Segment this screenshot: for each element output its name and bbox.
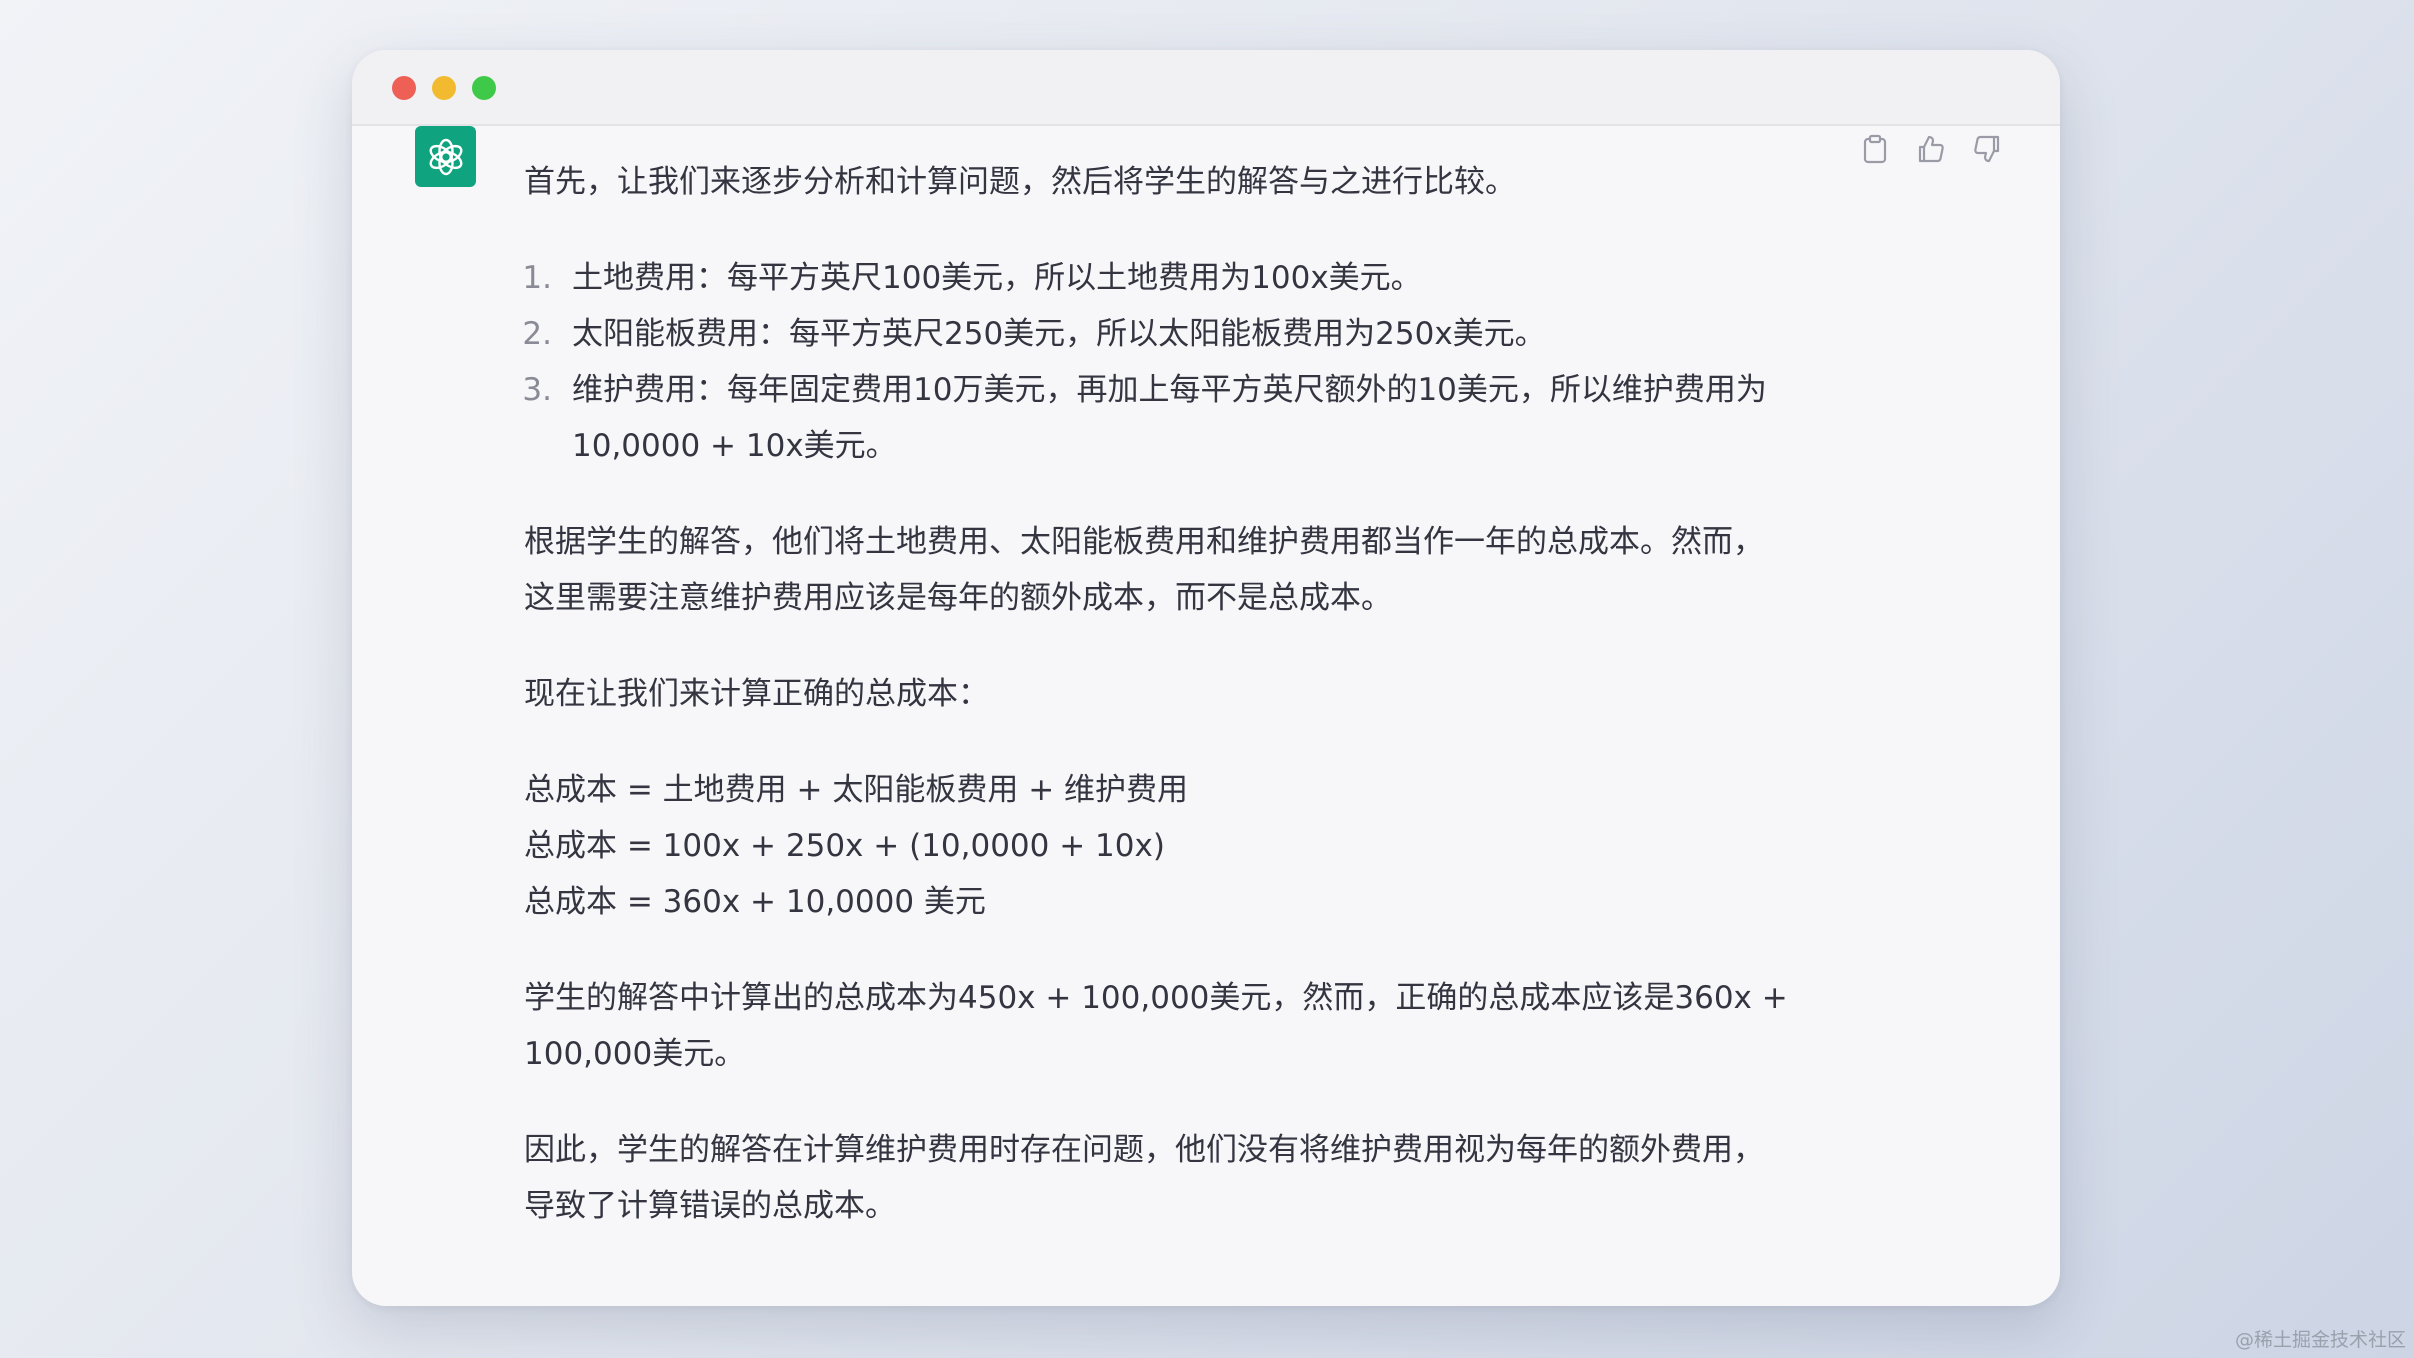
paragraph: 根据学生的解答，他们将土地费用、太阳能板费用和维护费用都当作一年的总成本。然而， [524, 524, 1764, 560]
paragraph: 因此，学生的解答在计算维护费用时存在问题，他们没有将维护费用视为每年的额外费用， [524, 1132, 1764, 1168]
assistant-message: 首先，让我们来逐步分析和计算问题，然后将学生的解答与之进行比较。 1. 土地费用… [522, 154, 1864, 1234]
maximize-window-button[interactable] [472, 76, 496, 100]
thumbs-up-icon[interactable] [1916, 134, 1946, 164]
clipboard-icon[interactable] [1860, 134, 1890, 164]
paragraph: 导致了计算错误的总成本。 [524, 1188, 896, 1224]
list-item: 3. 维护费用：每年固定费用10万美元，再加上每平方英尺额外的10美元，所以维护… [522, 372, 1767, 464]
thumbs-down-icon[interactable] [1972, 134, 2002, 164]
title-bar [352, 50, 2060, 126]
paragraph: 这里需要注意维护费用应该是每年的额外成本，而不是总成本。 [524, 580, 1392, 616]
watermark: @稀土掘金技术社区 [2234, 1329, 2406, 1351]
list-item: 2. 太阳能板费用：每平方英尺250美元，所以太阳能板费用为250x美元。 [522, 316, 1546, 352]
chat-window: 首先，让我们来逐步分析和计算问题，然后将学生的解答与之进行比较。 1. 土地费用… [352, 50, 2060, 1306]
message-actions [1860, 134, 2002, 164]
formula-line: 总成本 = 360x + 10,0000 美元 [524, 884, 986, 920]
paragraph: 100,000美元。 [524, 1036, 746, 1072]
paragraph: 学生的解答中计算出的总成本为450x + 100,000美元，然而，正确的总成本… [524, 980, 1788, 1016]
formula-line: 总成本 = 土地费用 + 太阳能板费用 + 维护费用 [524, 772, 1189, 808]
openai-logo-icon [415, 126, 476, 187]
minimize-window-button[interactable] [432, 76, 456, 100]
message-intro: 首先，让我们来逐步分析和计算问题，然后将学生的解答与之进行比较。 [524, 164, 1516, 200]
list-item: 1. 土地费用：每平方英尺100美元，所以土地费用为100x美元。 [522, 260, 1422, 296]
cost-list: 1. 土地费用：每平方英尺100美元，所以土地费用为100x美元。 2. 太阳能… [522, 250, 1864, 474]
formula-line: 总成本 = 100x + 250x + (10,0000 + 10x) [524, 828, 1165, 864]
close-window-button[interactable] [392, 76, 416, 100]
paragraph: 现在让我们来计算正确的总成本： [524, 676, 989, 712]
